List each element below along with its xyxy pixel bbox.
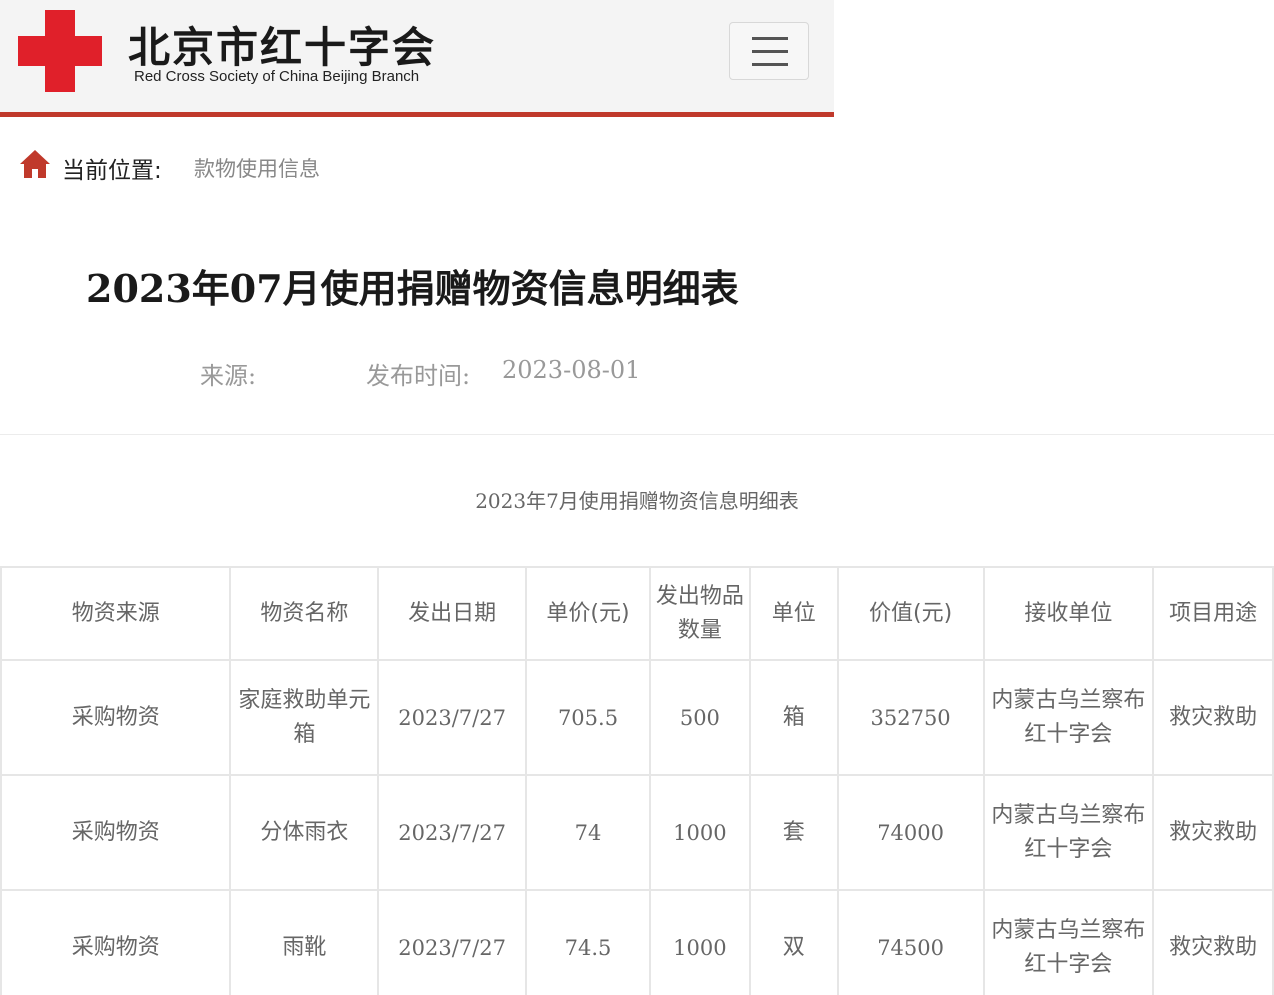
cell-value: 352750 — [836, 659, 985, 776]
menu-button[interactable] — [729, 22, 809, 80]
table-caption: 2023年7月使用捐赠物资信息明细表 — [475, 489, 799, 513]
cell-recipient: 内蒙古乌兰察布红十字会 — [982, 659, 1155, 776]
col-header-purpose: 项目用途 — [1152, 566, 1274, 661]
cell-name: 雨靴 — [229, 889, 380, 995]
cell-source: 采购物资 — [0, 659, 232, 776]
brand-name-cn[interactable]: 北京市红十字会 — [128, 14, 436, 75]
cell-date: 2023/7/27 — [377, 889, 528, 995]
col-header-value: 价值(元) — [836, 566, 985, 661]
breadcrumb-current[interactable]: 款物使用信息 — [194, 153, 320, 183]
site-header: 北京市红十字会 Red Cross Society of China Beiji… — [0, 0, 834, 112]
brand-name-en: Red Cross Society of China Beijing Branc… — [134, 68, 420, 85]
table-row: 采购物资 家庭救助单元箱 2023/7/27 705.5 500 箱 35275… — [0, 659, 1274, 776]
cell-unit: 箱 — [748, 659, 839, 776]
cell-unit-price: 705.5 — [525, 659, 651, 776]
cell-unit-price: 74.5 — [525, 889, 651, 995]
page: 北京市红十字会 Red Cross Society of China Beiji… — [0, 0, 1274, 995]
col-header-name: 物资名称 — [229, 566, 380, 661]
hamburger-menu-icon-line — [752, 50, 788, 53]
hamburger-menu-icon-line — [752, 63, 788, 66]
cell-date: 2023/7/27 — [377, 659, 528, 776]
cell-date: 2023/7/27 — [377, 774, 528, 891]
cell-recipient: 内蒙古乌兰察布红十字会 — [982, 774, 1155, 891]
col-header-recipient: 接收单位 — [982, 566, 1155, 661]
source-label: 来源: — [200, 362, 257, 390]
header-accent-bar — [0, 112, 834, 117]
cell-purpose: 救灾救助 — [1152, 659, 1274, 776]
cell-quantity: 500 — [648, 659, 751, 776]
divider — [0, 434, 1274, 435]
table-header-row: 物资来源 物资名称 发出日期 单价(元) 发出物品数量 单位 价值(元) 接收单… — [0, 566, 1274, 661]
publish-date: 2023-08-01 — [502, 356, 641, 384]
cell-unit: 双 — [748, 889, 839, 995]
col-header-source: 物资来源 — [0, 566, 232, 661]
cell-quantity: 1000 — [648, 774, 751, 891]
cell-unit: 套 — [748, 774, 839, 891]
home-icon[interactable] — [18, 147, 52, 181]
donation-table: 物资来源 物资名称 发出日期 单价(元) 发出物品数量 单位 价值(元) 接收单… — [0, 566, 1274, 995]
red-cross-logo-icon[interactable] — [18, 10, 102, 92]
cell-quantity: 1000 — [648, 889, 751, 995]
publish-date-label: 发布时间: — [366, 362, 471, 390]
col-header-date: 发出日期 — [377, 566, 528, 661]
page-title: 2023年07月使用捐赠物资信息明细表 — [86, 266, 739, 311]
hamburger-menu-icon — [752, 37, 788, 40]
cell-source: 采购物资 — [0, 889, 232, 995]
col-header-quantity: 发出物品数量 — [648, 566, 751, 661]
cell-name: 家庭救助单元箱 — [229, 659, 380, 776]
cell-source: 采购物资 — [0, 774, 232, 891]
cell-value: 74500 — [836, 889, 985, 995]
cell-recipient: 内蒙古乌兰察布红十字会 — [982, 889, 1155, 995]
cell-value: 74000 — [836, 774, 985, 891]
col-header-unit-price: 单价(元) — [525, 566, 651, 661]
cell-name: 分体雨衣 — [229, 774, 380, 891]
breadcrumb-label: 当前位置: — [62, 158, 162, 184]
table-row: 采购物资 分体雨衣 2023/7/27 74 1000 套 74000 内蒙古乌… — [0, 774, 1274, 891]
cell-purpose: 救灾救助 — [1152, 774, 1274, 891]
cell-unit-price: 74 — [525, 774, 651, 891]
cell-purpose: 救灾救助 — [1152, 889, 1274, 995]
col-header-unit: 单位 — [748, 566, 839, 661]
table-row: 采购物资 雨靴 2023/7/27 74.5 1000 双 74500 内蒙古乌… — [0, 889, 1274, 995]
